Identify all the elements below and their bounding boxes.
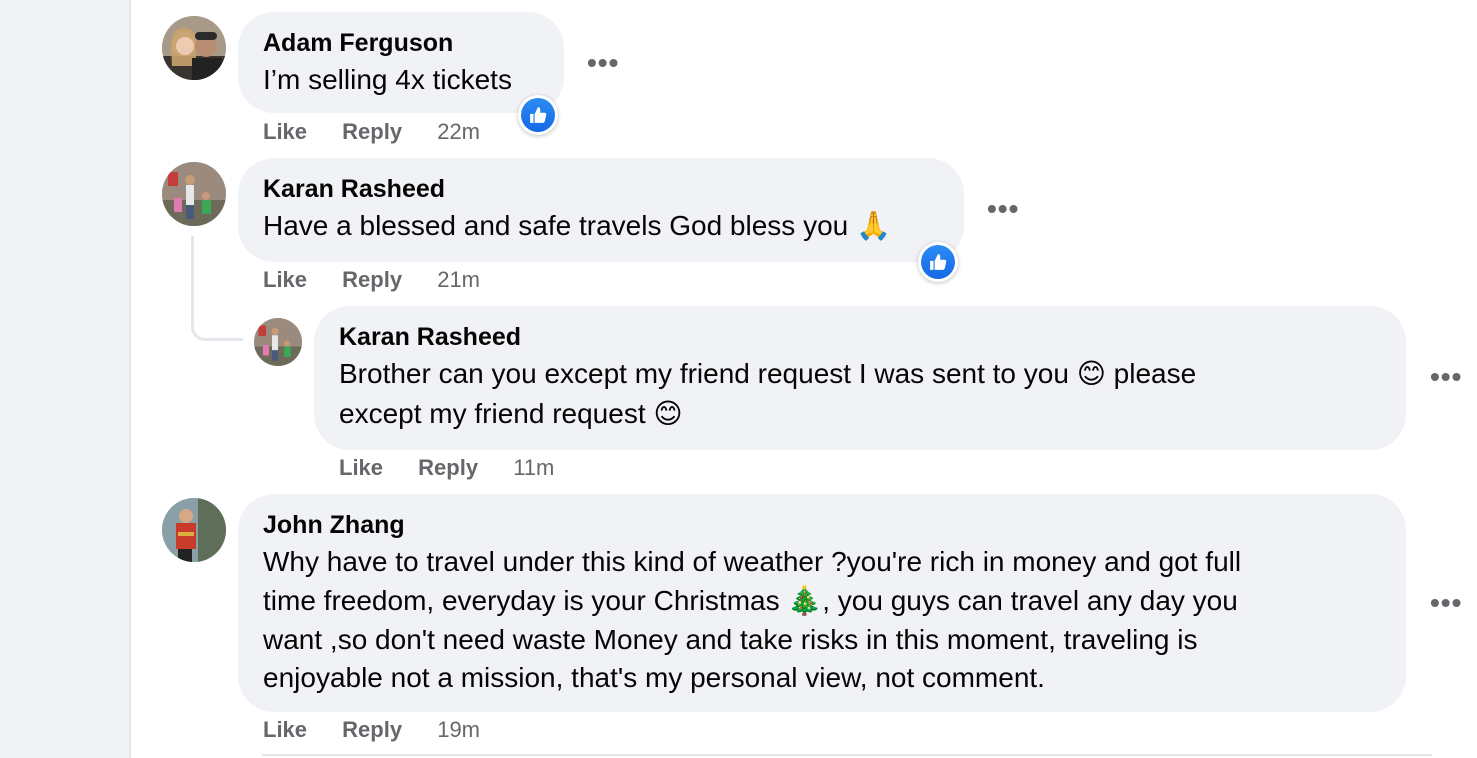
reply-button[interactable]: Reply	[342, 717, 402, 742]
more-options-button[interactable]: •••	[1430, 363, 1462, 391]
like-icon	[530, 107, 547, 123]
reply-button[interactable]: Reply	[418, 455, 478, 480]
like-button[interactable]: Like	[263, 267, 307, 292]
comment-timestamp[interactable]: 21m	[437, 267, 480, 292]
comment-author[interactable]: Karan Rasheed	[339, 323, 521, 352]
comment-timestamp[interactable]: 22m	[437, 119, 480, 144]
comment-text-line: except my friend request 😊	[339, 398, 683, 429]
like-reaction-badge[interactable]	[918, 242, 958, 282]
avatar-photo	[162, 498, 226, 562]
comment-actions: Like Reply 11m	[339, 455, 554, 481]
avatar-john-zhang[interactable]	[162, 498, 226, 562]
reply-button[interactable]: Reply	[342, 119, 402, 144]
comment-text-line: enjoyable not a mission, that's my perso…	[263, 662, 1045, 693]
avatar-karan-rasheed[interactable]	[162, 162, 226, 226]
comment-actions: Like Reply 19m	[263, 717, 480, 743]
more-options-button[interactable]: •••	[987, 195, 1019, 223]
like-button[interactable]: Like	[339, 455, 383, 480]
comment-text: I’m selling 4x tickets	[263, 64, 512, 95]
comment-text-line: Brother can you except my friend request…	[339, 358, 1197, 389]
comment-author[interactable]: Karan Rasheed	[263, 175, 445, 204]
like-button[interactable]: Like	[263, 119, 307, 144]
reply-thread-line	[191, 236, 243, 341]
avatar-karan-rasheed-reply[interactable]	[254, 318, 302, 366]
like-icon	[930, 254, 947, 270]
avatar-photo	[162, 162, 226, 226]
more-options-button[interactable]: •••	[1430, 589, 1462, 617]
comment-author[interactable]: John Zhang	[263, 511, 405, 540]
like-reaction-badge[interactable]	[518, 95, 558, 135]
comment-text-line: Why have to travel under this kind of we…	[263, 546, 1242, 577]
comment-text: Have a blessed and safe travels God bles…	[263, 210, 891, 241]
comment-actions: Like Reply 21m	[263, 267, 480, 293]
more-options-button[interactable]: •••	[587, 49, 619, 77]
left-rail	[0, 0, 131, 758]
comment-actions: Like Reply 22m	[263, 119, 480, 145]
divider	[262, 754, 1432, 756]
avatar-photo	[254, 318, 302, 366]
avatar-adam-ferguson[interactable]	[162, 16, 226, 80]
comment-timestamp[interactable]: 11m	[513, 455, 554, 480]
reply-button[interactable]: Reply	[342, 267, 402, 292]
comment-text-line: want ,so don't need waste Money and take…	[263, 624, 1198, 655]
like-button[interactable]: Like	[263, 717, 307, 742]
avatar-photo	[162, 16, 226, 80]
comment-text-line: time freedom, everyday is your Christmas…	[263, 585, 1238, 616]
comment-author[interactable]: Adam Ferguson	[263, 29, 453, 58]
comment-timestamp[interactable]: 19m	[437, 717, 480, 742]
